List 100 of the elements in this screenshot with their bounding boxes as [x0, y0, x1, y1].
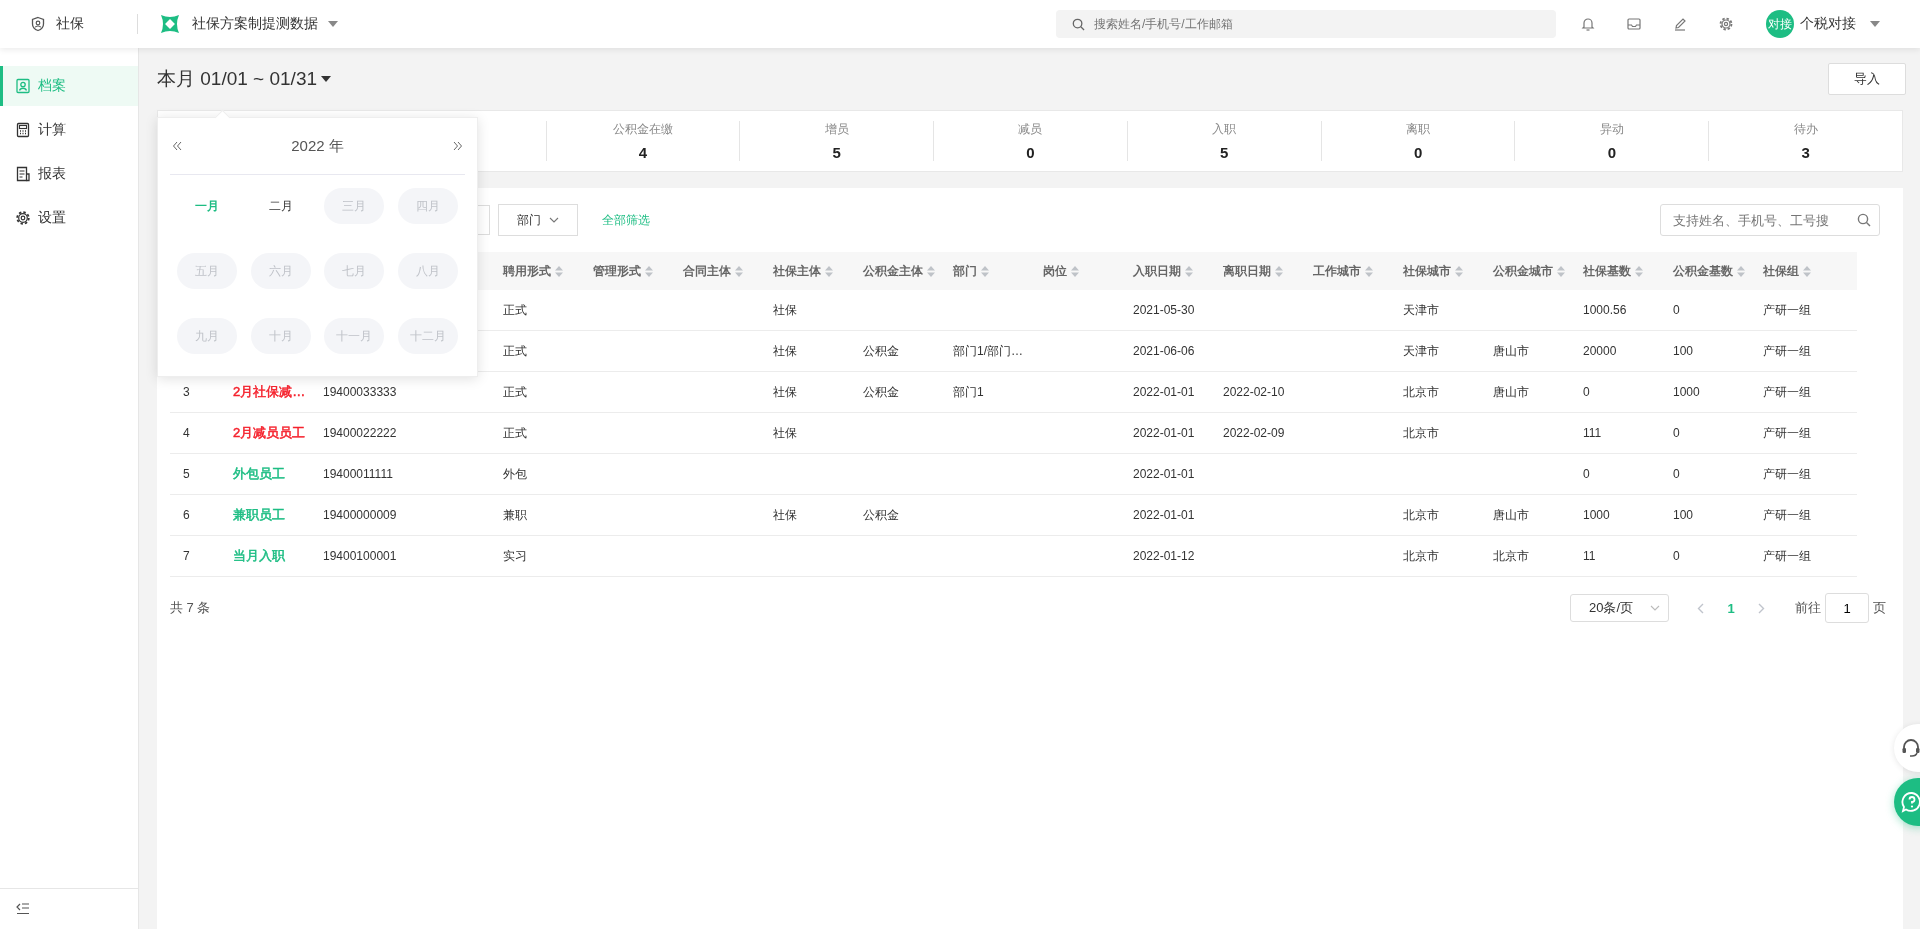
- collapse-icon[interactable]: [16, 903, 30, 915]
- search-icon: [1857, 213, 1871, 227]
- row-number: 4: [183, 426, 190, 440]
- pen-icon[interactable]: [1672, 16, 1688, 32]
- table-cell: 公积金: [863, 506, 899, 524]
- table-cell: 实习: [503, 547, 527, 565]
- column-header[interactable]: 聘用形式: [490, 252, 580, 290]
- next-page-icon[interactable]: [1758, 602, 1765, 614]
- search-field[interactable]: 搜索姓名/手机号/工作邮箱: [1056, 10, 1556, 38]
- sidebar-item[interactable]: 报表: [0, 154, 138, 194]
- profile-icon: [15, 78, 31, 94]
- table-cell: 北京市: [1403, 383, 1439, 401]
- sort-icon[interactable]: [1803, 265, 1811, 277]
- column-header[interactable]: 合同主体: [670, 252, 760, 290]
- column-header[interactable]: 社保基数: [1570, 252, 1660, 290]
- employee-name[interactable]: 2月减员员工: [233, 424, 306, 442]
- search-icon: [1072, 18, 1085, 31]
- sort-icon[interactable]: [735, 265, 743, 277]
- table-cell: 部门1/部门…: [953, 342, 1023, 360]
- next-year-icon[interactable]: [453, 141, 463, 151]
- sort-icon[interactable]: [1185, 265, 1193, 277]
- sort-icon[interactable]: [1365, 265, 1373, 277]
- search-field[interactable]: 支持姓名、手机号、工号搜: [1660, 204, 1880, 236]
- table-cell: 正式: [503, 383, 527, 401]
- inbox-icon[interactable]: [1626, 16, 1642, 32]
- stat-value: 0: [1026, 144, 1035, 161]
- table-cell: 1000: [1673, 385, 1700, 399]
- sort-icon[interactable]: [825, 265, 833, 277]
- page-input[interactable]: 1: [1825, 593, 1869, 623]
- sort-icon[interactable]: [1455, 265, 1463, 277]
- table-cell: 产研一组: [1763, 424, 1811, 442]
- chevron-icon: [549, 217, 559, 223]
- table-cell: 公积金: [863, 342, 899, 360]
- settings-icon: [15, 210, 31, 226]
- table-cell: 部门1: [953, 383, 984, 401]
- table-cell: 20000: [1583, 344, 1617, 358]
- table-cell: 社保: [773, 342, 797, 360]
- previous-page-icon[interactable]: [1697, 602, 1704, 614]
- headset-icon: [1900, 737, 1920, 759]
- import-button[interactable]: 导入: [1828, 63, 1906, 95]
- stat-label: 入职: [1212, 121, 1237, 138]
- column-header[interactable]: 岗位: [1030, 252, 1120, 290]
- logo-icon: [158, 12, 182, 36]
- column-header[interactable]: 工作城市: [1300, 252, 1390, 290]
- table-cell: 2022-02-10: [1223, 385, 1285, 399]
- column-header[interactable]: 部门: [940, 252, 1030, 290]
- stat-value: 5: [832, 144, 841, 161]
- employee-name[interactable]: 2月社保减…: [233, 383, 306, 401]
- calculator-icon: [15, 122, 31, 138]
- column-header[interactable]: 管理形式: [580, 252, 670, 290]
- table-cell: 0: [1583, 385, 1590, 399]
- caret-icon[interactable]: [1870, 21, 1880, 27]
- sort-icon[interactable]: [1071, 265, 1079, 277]
- sort-icon[interactable]: [1557, 265, 1565, 277]
- caret-icon[interactable]: [328, 21, 338, 27]
- table-cell: 兼职: [503, 506, 527, 524]
- stat-value: 0: [1607, 144, 1616, 161]
- table-cell: 100: [1673, 508, 1694, 522]
- sort-icon[interactable]: [1737, 265, 1745, 277]
- table-cell: 19400011111: [323, 467, 393, 481]
- table-cell: 产研一组: [1763, 301, 1811, 319]
- period-selector[interactable]: 本月 01/01 ~ 01/31: [157, 66, 332, 92]
- page-suffix: 页: [1873, 599, 1886, 617]
- sort-icon[interactable]: [1275, 265, 1283, 277]
- table-cell: 19400000009: [323, 508, 397, 522]
- table-cell: 天津市: [1403, 301, 1439, 319]
- table-cell: 产研一组: [1763, 506, 1811, 524]
- user-name[interactable]: 个税对接: [1800, 15, 1856, 33]
- table-cell: 2022-01-01: [1133, 508, 1195, 522]
- project-title[interactable]: 社保方案制提测数据: [192, 15, 318, 33]
- row-number: 3: [183, 385, 190, 399]
- column-header[interactable]: 入职日期: [1120, 252, 1210, 290]
- report-icon: [15, 166, 31, 182]
- bell-icon[interactable]: [1580, 16, 1596, 32]
- year-label[interactable]: 2022 年: [291, 136, 344, 156]
- stat-value: 0: [1413, 144, 1423, 161]
- sort-icon[interactable]: [555, 265, 563, 277]
- sort-icon[interactable]: [927, 265, 935, 277]
- help-chat-icon: [1900, 790, 1920, 814]
- app-name[interactable]: 社保: [56, 15, 84, 33]
- column-header[interactable]: 社保主体: [760, 252, 850, 290]
- column-header[interactable]: 公积金主体: [850, 252, 940, 290]
- column-header[interactable]: 离职日期: [1210, 252, 1300, 290]
- sort-icon[interactable]: [1635, 265, 1643, 277]
- table-cell: 0: [1673, 549, 1680, 563]
- month-option[interactable]: 二月: [250, 188, 311, 224]
- chevron-icon: [1650, 605, 1660, 611]
- sort-icon[interactable]: [981, 265, 989, 277]
- settings-icon[interactable]: [1718, 16, 1734, 32]
- sort-icon[interactable]: [645, 265, 653, 277]
- column-header[interactable]: 社保组: [1750, 252, 1857, 290]
- column-header[interactable]: 公积金城市: [1480, 252, 1570, 290]
- page-size-select[interactable]: 20条/页: [1570, 594, 1669, 622]
- column-header[interactable]: 社保城市: [1390, 252, 1480, 290]
- employee-name[interactable]: 外包员工: [233, 465, 285, 483]
- department-dropdown[interactable]: 部门: [498, 204, 578, 236]
- sidebar-item[interactable]: 计算: [0, 110, 138, 150]
- sidebar-item[interactable]: 设置: [0, 198, 138, 238]
- column-header[interactable]: 公积金基数: [1660, 252, 1750, 290]
- previous-year-icon[interactable]: [172, 141, 182, 151]
